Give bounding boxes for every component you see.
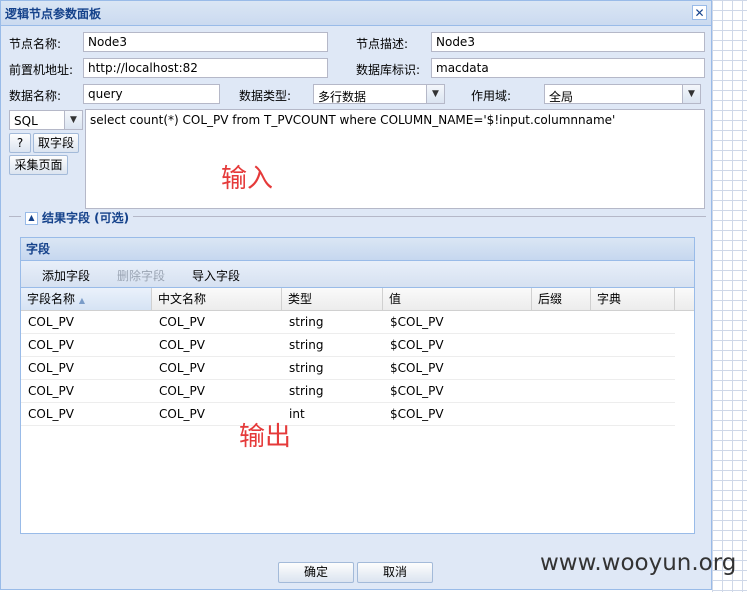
chevron-down-icon[interactable]: ▼ xyxy=(682,85,700,103)
output-annotation: 输出 xyxy=(239,422,292,452)
sql-type-value: SQL xyxy=(14,114,38,128)
input-annotation: 输入 xyxy=(221,164,274,194)
data-type-select[interactable]: 多行数据 ▼ xyxy=(313,84,445,104)
grid-title: 字段 xyxy=(21,238,694,261)
result-legend-text: 结果字段 (可选) xyxy=(42,211,130,225)
node-desc-label: 节点描述: xyxy=(356,37,409,51)
import-field-button[interactable]: 导入字段 xyxy=(192,267,240,284)
help-button[interactable]: ? xyxy=(9,133,31,153)
table-row[interactable]: COL_PV COL_PV string $COL_PV xyxy=(21,334,675,357)
sql-textarea[interactable]: select count(*) COL_PV from T_PVCOUNT wh… xyxy=(85,109,705,209)
table-row[interactable]: COL_PV COL_PV int $COL_PV xyxy=(21,403,675,426)
collect-page-button[interactable]: 采集页面 xyxy=(9,155,68,175)
scope-value: 全局 xyxy=(549,90,574,104)
column-header-type[interactable]: 类型 xyxy=(282,288,383,310)
logic-node-dialog: 逻辑节点参数面板 ✕ 节点名称: Node3 节点描述: Node3 前置机地址… xyxy=(0,0,712,590)
background-grid xyxy=(712,0,747,592)
sort-asc-icon: ▲ xyxy=(78,296,85,305)
host-field[interactable]: http://localhost:82 xyxy=(83,58,328,78)
node-desc-field[interactable]: Node3 xyxy=(431,32,705,52)
column-header-suffix[interactable]: 后缀 xyxy=(532,288,591,310)
watermark-text: www.wooyun.org xyxy=(540,550,737,576)
chevron-down-icon[interactable]: ▼ xyxy=(426,85,444,103)
data-type-label: 数据类型: xyxy=(239,89,292,103)
collapse-toggle-icon[interactable]: ▲ xyxy=(25,212,38,225)
db-label: 数据库标识: xyxy=(356,63,421,77)
add-field-button[interactable]: 添加字段 xyxy=(42,267,90,284)
sql-type-select[interactable]: SQL ▼ xyxy=(9,110,83,130)
table-row[interactable]: COL_PV COL_PV string $COL_PV xyxy=(21,357,675,380)
host-label: 前置机地址: xyxy=(9,63,74,77)
cancel-button[interactable]: 取消 xyxy=(357,562,433,583)
column-header-field-name[interactable]: 字段名称 ▲ xyxy=(21,288,152,310)
column-header-dict[interactable]: 字典 xyxy=(591,288,675,310)
table-row[interactable]: COL_PV COL_PV string $COL_PV xyxy=(21,311,675,334)
data-type-value: 多行数据 xyxy=(318,90,367,104)
column-header-cn-name[interactable]: 中文名称 xyxy=(152,288,282,310)
scope-label: 作用域: xyxy=(471,89,512,103)
ok-button[interactable]: 确定 xyxy=(278,562,354,583)
data-name-field[interactable]: query xyxy=(83,84,220,104)
scope-select[interactable]: 全局 ▼ xyxy=(544,84,701,104)
column-header-value[interactable]: 值 xyxy=(383,288,532,310)
grid-header: 字段名称 ▲ 中文名称 类型 值 后缀 字典 xyxy=(21,288,694,311)
fetch-field-button[interactable]: 取字段 xyxy=(33,133,79,153)
grid-body: COL_PV COL_PV string $COL_PV COL_PV COL_… xyxy=(21,311,675,426)
chevron-down-icon[interactable]: ▼ xyxy=(64,111,82,129)
dialog-titlebar: 逻辑节点参数面板 ✕ xyxy=(1,1,711,26)
delete-field-button[interactable]: 删除字段 xyxy=(117,267,165,284)
data-name-label: 数据名称: xyxy=(9,89,62,103)
result-fieldset-legend[interactable]: ▲ 结果字段 (可选) xyxy=(21,209,134,226)
fields-grid: 字段 添加字段 删除字段 导入字段 字段名称 ▲ 中文名称 类型 值 后缀 字典… xyxy=(20,237,695,534)
node-name-label: 节点名称: xyxy=(9,37,62,51)
grid-toolbar: 添加字段 删除字段 导入字段 xyxy=(21,261,694,288)
close-icon[interactable]: ✕ xyxy=(692,5,707,20)
db-field[interactable]: macdata xyxy=(431,58,705,78)
node-name-field[interactable]: Node3 xyxy=(83,32,328,52)
dialog-title: 逻辑节点参数面板 xyxy=(5,7,102,21)
table-row[interactable]: COL_PV COL_PV string $COL_PV xyxy=(21,380,675,403)
